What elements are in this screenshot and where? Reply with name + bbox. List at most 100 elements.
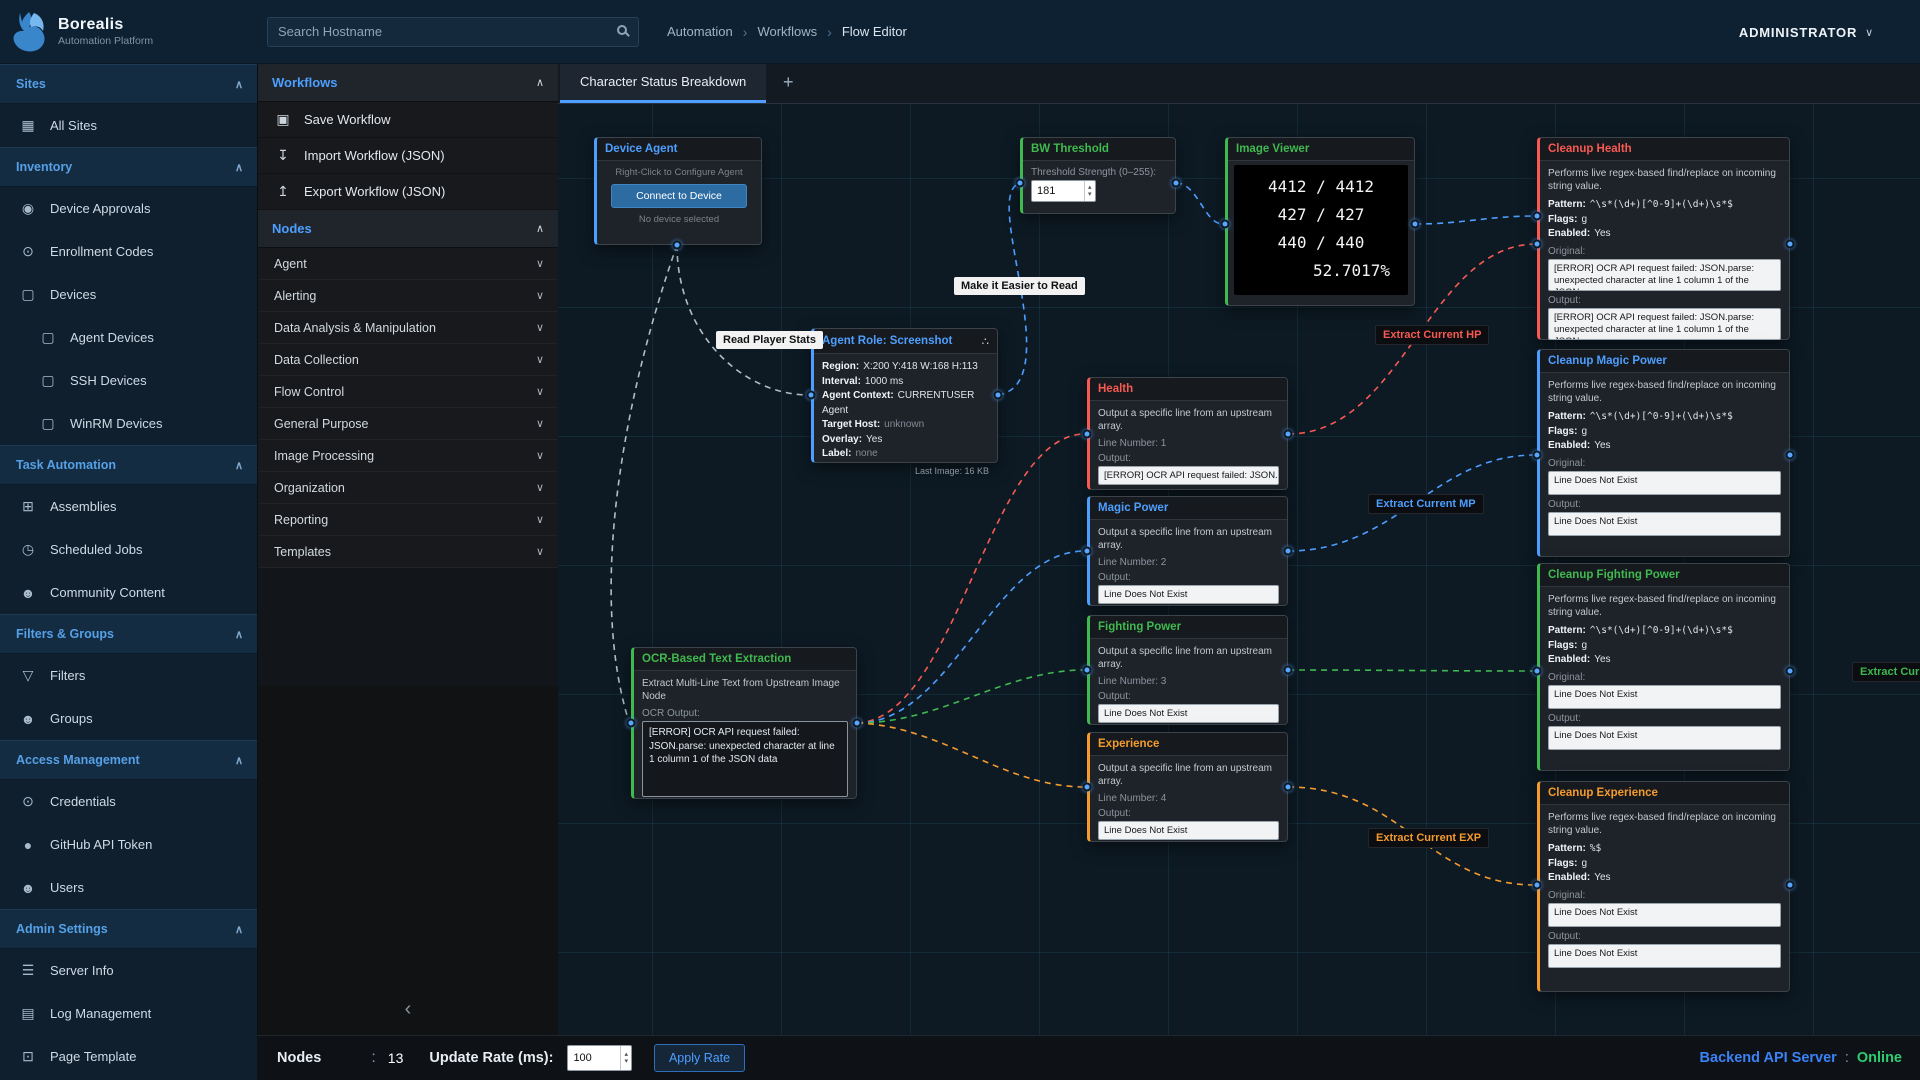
share-icon[interactable]: ∴ (982, 334, 989, 348)
node-magic-power[interactable]: Magic Power Output a specific line from … (1087, 496, 1288, 606)
node-experience[interactable]: Experience Output a specific line from a… (1087, 732, 1288, 842)
update-rate-stepper[interactable]: ▴▾ (567, 1045, 632, 1071)
stepper-arrows-icon[interactable]: ▴▾ (620, 1046, 631, 1070)
sidebar-item-winrm-devices[interactable]: ▢ WinRM Devices (0, 402, 257, 445)
sidebar-item-log-management[interactable]: ▤ Log Management (0, 992, 257, 1035)
node-cleanup-magic-power[interactable]: Cleanup Magic Power Performs live regex-… (1537, 349, 1790, 557)
sidebar-item-groups[interactable]: ☻ Groups (0, 697, 257, 740)
save-workflow-button[interactable]: ▣ Save Workflow (258, 102, 558, 138)
connector-port[interactable] (1016, 179, 1025, 188)
node-agent-role-screenshot[interactable]: Agent Role: Screenshot ∴ Region:X:200 Y:… (811, 328, 998, 463)
tab-character-status-breakdown[interactable]: Character Status Breakdown (560, 63, 766, 103)
category-agent[interactable]: Agent ∨ (258, 248, 558, 280)
sidebar-item-scheduled-jobs[interactable]: ◷ Scheduled Jobs (0, 528, 257, 571)
category-data-analysis[interactable]: Data Analysis & Manipulation ∨ (258, 312, 558, 344)
output-field[interactable]: Line Does Not Exist (1098, 704, 1279, 723)
sidebar-section-access-management[interactable]: Access Management ∧ (0, 740, 257, 780)
sidebar-item-assemblies[interactable]: ⊞ Assemblies (0, 485, 257, 528)
connector-port[interactable] (1533, 240, 1542, 249)
connector-port[interactable] (1786, 881, 1795, 890)
apply-rate-button[interactable]: Apply Rate (654, 1044, 745, 1072)
connector-port[interactable] (1083, 666, 1092, 675)
output-field[interactable]: Line Does Not Exist (1548, 726, 1781, 750)
connector-port[interactable] (1284, 783, 1293, 792)
output-field[interactable]: Line Does Not Exist (1548, 512, 1781, 536)
sidebar-item-device-approvals[interactable]: ◉ Device Approvals (0, 187, 257, 230)
connector-port[interactable] (807, 391, 816, 400)
category-data-collection[interactable]: Data Collection ∨ (258, 344, 558, 376)
connector-port[interactable] (1533, 667, 1542, 676)
node-health[interactable]: Health Output a specific line from an up… (1087, 377, 1288, 490)
node-fighting-power[interactable]: Fighting Power Output a specific line fr… (1087, 615, 1288, 725)
category-image-processing[interactable]: Image Processing ∨ (258, 440, 558, 472)
add-tab-button[interactable]: + (766, 63, 810, 103)
node-bw-threshold[interactable]: BW Threshold Threshold Strength (0–255):… (1020, 137, 1176, 214)
sidebar-item-all-sites[interactable]: ▦ All Sites (0, 104, 257, 147)
connector-port[interactable] (1172, 179, 1181, 188)
node-cleanup-health[interactable]: Cleanup Health Performs live regex-based… (1537, 137, 1790, 340)
node-cleanup-fighting-power[interactable]: Cleanup Fighting Power Performs live reg… (1537, 563, 1790, 771)
connect-to-device-button[interactable]: Connect to Device (611, 184, 747, 208)
sidebar-section-admin-settings[interactable]: Admin Settings ∧ (0, 909, 257, 949)
sidebar-item-community-content[interactable]: ☻ Community Content (0, 571, 257, 614)
collapse-panel-button[interactable]: ‹ (258, 998, 558, 1021)
connector-port[interactable] (853, 719, 862, 728)
connector-port[interactable] (1083, 547, 1092, 556)
sidebar-item-agent-devices[interactable]: ▢ Agent Devices (0, 316, 257, 359)
sidebar-item-server-info[interactable]: ☰ Server Info (0, 949, 257, 992)
output-field[interactable]: [ERROR] OCR API request failed: JSON.par (1098, 466, 1279, 485)
sidebar-item-ssh-devices[interactable]: ▢ SSH Devices (0, 359, 257, 402)
sidebar-item-filters[interactable]: ▽ Filters (0, 654, 257, 697)
node-device-agent[interactable]: Device Agent Right-Click to Configure Ag… (594, 137, 762, 245)
sidebar-item-devices[interactable]: ▢ Devices (0, 273, 257, 316)
node-cleanup-experience[interactable]: Cleanup Experience Performs live regex-b… (1537, 781, 1790, 992)
connector-port[interactable] (1533, 881, 1542, 890)
category-organization[interactable]: Organization ∨ (258, 472, 558, 504)
stepper-arrows-icon[interactable]: ▴▾ (1084, 181, 1095, 201)
sidebar-item-credentials[interactable]: ⊙ Credentials (0, 780, 257, 823)
breadcrumb-automation[interactable]: Automation (667, 24, 733, 39)
category-alerting[interactable]: Alerting ∨ (258, 280, 558, 312)
connector-port[interactable] (1284, 430, 1293, 439)
connector-port[interactable] (1284, 666, 1293, 675)
sidebar-item-page-template[interactable]: ⊡ Page Template (0, 1035, 257, 1078)
category-templates[interactable]: Templates ∨ (258, 536, 558, 568)
connector-port[interactable] (1083, 430, 1092, 439)
sidebar-section-task-automation[interactable]: Task Automation ∧ (0, 445, 257, 485)
connector-port[interactable] (1284, 547, 1293, 556)
original-field[interactable]: Line Does Not Exist (1548, 685, 1781, 709)
sidebar-section-filters-groups[interactable]: Filters & Groups ∧ (0, 614, 257, 654)
flow-canvas[interactable]: Read Player Stats Make it Easier to Read… (558, 104, 1920, 1035)
update-rate-input[interactable] (568, 1052, 620, 1064)
breadcrumb-flow-editor[interactable]: Flow Editor (842, 24, 907, 39)
output-field[interactable]: Line Does Not Exist (1098, 821, 1279, 840)
sidebar-item-users[interactable]: ☻ Users (0, 866, 257, 909)
output-field[interactable]: Line Does Not Exist (1548, 944, 1781, 968)
connector-port[interactable] (994, 391, 1003, 400)
search-input[interactable] (267, 17, 639, 47)
node-image-viewer[interactable]: Image Viewer 4412 / 4412 427 / 427 440 /… (1225, 137, 1415, 306)
breadcrumb-workflows[interactable]: Workflows (757, 24, 817, 39)
threshold-stepper[interactable]: ▴▾ (1031, 180, 1096, 202)
category-flow-control[interactable]: Flow Control ∨ (258, 376, 558, 408)
nodes-header[interactable]: Nodes ∧ (258, 210, 558, 248)
user-menu[interactable]: ADMINISTRATOR ∨ (1739, 0, 1874, 64)
category-general-purpose[interactable]: General Purpose ∨ (258, 408, 558, 440)
connector-port[interactable] (1533, 212, 1542, 221)
import-workflow-button[interactable]: ↧ Import Workflow (JSON) (258, 138, 558, 174)
export-workflow-button[interactable]: ↥ Export Workflow (JSON) (258, 174, 558, 210)
sidebar-item-enrollment-codes[interactable]: ⊙ Enrollment Codes (0, 230, 257, 273)
sidebar-section-sites[interactable]: Sites ∧ (0, 64, 257, 104)
sidebar-section-inventory[interactable]: Inventory ∧ (0, 147, 257, 187)
category-reporting[interactable]: Reporting ∨ (258, 504, 558, 536)
connector-port[interactable] (627, 719, 636, 728)
sidebar-item-github-api-token[interactable]: ● GitHub API Token (0, 823, 257, 866)
node-ocr-text-extraction[interactable]: OCR-Based Text Extraction Extract Multi-… (631, 647, 857, 799)
threshold-input[interactable] (1032, 185, 1084, 197)
connector-port[interactable] (1786, 451, 1795, 460)
connector-port[interactable] (1221, 220, 1230, 229)
connector-port[interactable] (1411, 220, 1420, 229)
original-field[interactable]: Line Does Not Exist (1548, 903, 1781, 927)
output-field[interactable]: Line Does Not Exist (1098, 585, 1279, 604)
connector-port[interactable] (1786, 667, 1795, 676)
